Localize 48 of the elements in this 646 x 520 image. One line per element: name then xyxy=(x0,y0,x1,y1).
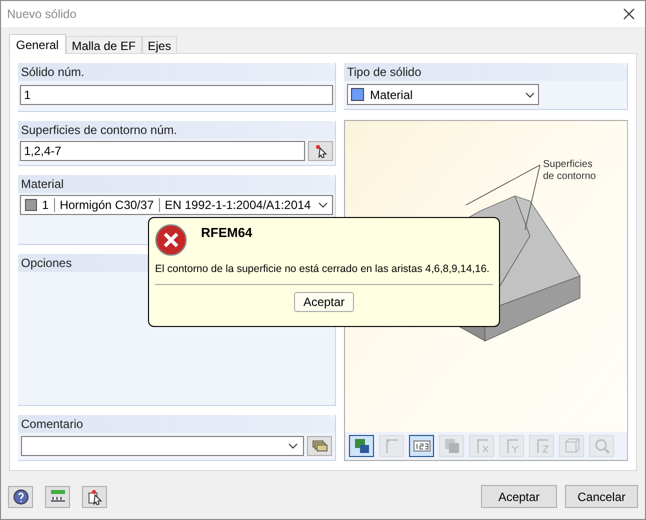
decimal-ruler-icon xyxy=(48,488,66,504)
units-button[interactable] xyxy=(45,486,70,508)
message-text: El contorno de la superficie no está cerrado en las aristas 4,6,8,9,14,16. xyxy=(155,262,490,276)
annotation-label: Superficies de contorno xyxy=(543,159,596,183)
material-number: 1 xyxy=(42,197,49,214)
solid-type-label: Tipo de sólido xyxy=(347,64,422,81)
comment-dropdown[interactable] xyxy=(21,436,304,456)
toolbar-button[interactable] xyxy=(409,435,434,457)
solid-number-label: Sólido núm. xyxy=(21,64,84,81)
solid-number-field[interactable]: 1 xyxy=(20,85,333,105)
pick-button[interactable] xyxy=(308,141,333,161)
stacked-windows-icon xyxy=(312,440,328,452)
message-accept-button[interactable]: Aceptar xyxy=(294,292,354,312)
boundary-surfaces-field[interactable]: 1,2,4-7 xyxy=(20,141,305,161)
material-label: Material xyxy=(21,176,64,193)
cancel-button[interactable]: Cancelar xyxy=(565,485,638,508)
cursor-icon xyxy=(314,144,328,158)
window-title: Nuevo sólido xyxy=(7,6,76,23)
solid-type-dropdown[interactable]: Material xyxy=(347,84,539,105)
chevron-down-icon xyxy=(525,92,535,98)
tab[interactable]: Malla de EF xyxy=(66,36,142,53)
material-swatch xyxy=(25,199,37,211)
material-select-field[interactable]: 1 Hormigón C30/37 EN 1992-1-1:2004/A1:2014 xyxy=(20,195,333,215)
chevron-down-icon xyxy=(288,443,298,449)
tab[interactable]: General xyxy=(9,34,66,54)
comment-library-button[interactable] xyxy=(307,436,332,456)
close-icon[interactable] xyxy=(623,8,635,20)
layers-icon xyxy=(442,437,460,455)
help-button[interactable] xyxy=(8,486,33,508)
comment-label: Comentario xyxy=(21,416,84,433)
chevron-down-icon xyxy=(318,202,328,208)
material-standard: EN 1992-1-1:2004/A1:2014 xyxy=(164,197,312,214)
zoom-icon xyxy=(592,437,610,455)
boundary-surfaces-label: Superficies de contorno núm. xyxy=(21,122,178,139)
tab[interactable]: Ejes xyxy=(142,36,178,53)
options-label: Opciones xyxy=(21,255,72,272)
type-swatch xyxy=(351,88,364,101)
cube-icon xyxy=(562,437,580,455)
message-title: RFEM64 xyxy=(201,224,252,242)
document-cursor-icon xyxy=(86,488,102,504)
toolbar-button[interactable] xyxy=(349,435,374,457)
display-settings-icon xyxy=(352,437,370,455)
solid-type-value: Material xyxy=(370,86,414,104)
pick-object-button[interactable] xyxy=(82,486,107,508)
material-name: Hormigón C30/37 xyxy=(60,197,154,214)
error-icon xyxy=(155,224,187,256)
accept-button[interactable]: Aceptar xyxy=(481,485,557,508)
help-icon xyxy=(12,488,28,504)
